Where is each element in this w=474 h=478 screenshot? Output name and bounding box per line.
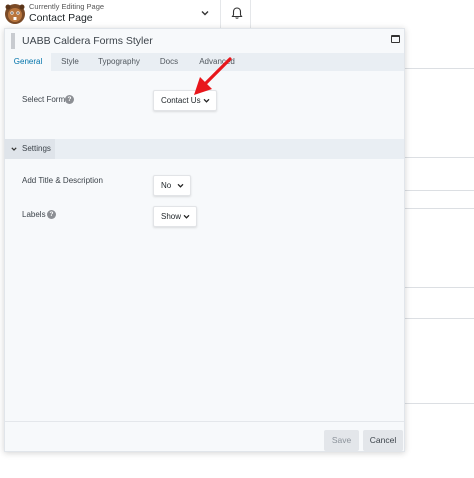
cancel-button[interactable]: Cancel bbox=[363, 430, 403, 451]
chevron-down-icon bbox=[177, 183, 184, 188]
add-title-label: Add Title & Description bbox=[22, 176, 103, 185]
background-divider bbox=[405, 208, 474, 209]
background-divider bbox=[405, 68, 474, 69]
chevron-down-icon bbox=[11, 147, 17, 151]
labels-label: Labels bbox=[22, 210, 46, 219]
tab-typography[interactable]: Typography bbox=[93, 53, 145, 71]
footer-divider bbox=[5, 421, 404, 422]
add-title-dropdown[interactable]: No bbox=[153, 175, 191, 196]
drag-handle-icon[interactable] bbox=[11, 33, 15, 49]
maximize-icon[interactable] bbox=[391, 35, 400, 43]
labels-dropdown[interactable]: Show bbox=[153, 206, 197, 227]
settings-section-toggle[interactable]: Settings bbox=[5, 139, 55, 159]
top-bar: Currently Editing Page Contact Page bbox=[0, 0, 474, 28]
section-header: Settings bbox=[5, 139, 404, 159]
settings-section-label: Settings bbox=[22, 144, 51, 153]
help-icon[interactable]: ? bbox=[47, 210, 56, 219]
bell-icon[interactable] bbox=[230, 6, 244, 20]
divider bbox=[220, 0, 221, 28]
add-title-value: No bbox=[161, 181, 172, 190]
red-arrow-icon bbox=[194, 57, 232, 95]
select-form-label: Select Form bbox=[22, 95, 66, 104]
background-divider bbox=[405, 190, 474, 191]
background-divider bbox=[405, 318, 474, 319]
labels-value: Show bbox=[161, 212, 182, 221]
panel-title: UABB Caldera Forms Styler bbox=[22, 35, 153, 47]
chevron-down-icon bbox=[183, 214, 190, 219]
background-divider bbox=[405, 403, 474, 404]
tab-docs[interactable]: Docs bbox=[155, 53, 183, 71]
divider bbox=[250, 0, 251, 28]
beaver-logo-icon[interactable] bbox=[4, 3, 26, 25]
help-icon[interactable]: ? bbox=[65, 95, 74, 104]
editing-caption: Currently Editing Page bbox=[29, 2, 105, 11]
tab-style[interactable]: Style bbox=[57, 53, 83, 71]
page-title[interactable]: Contact Page bbox=[29, 12, 93, 24]
background-divider bbox=[405, 157, 474, 158]
chevron-down-icon[interactable] bbox=[199, 7, 211, 19]
panel-header[interactable]: UABB Caldera Forms Styler bbox=[5, 29, 404, 53]
background-divider bbox=[405, 287, 474, 288]
tab-general[interactable]: General bbox=[5, 53, 51, 71]
save-button[interactable]: Save bbox=[324, 430, 359, 451]
